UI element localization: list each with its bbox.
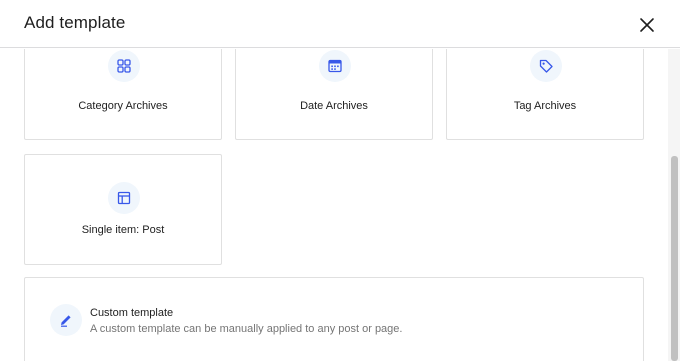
custom-template-title: Custom template xyxy=(90,307,174,319)
layout-icon-wrap xyxy=(108,182,140,214)
close-icon xyxy=(640,18,654,32)
template-card-label: Single item: Post xyxy=(81,224,165,236)
template-card-date-archives[interactable]: Date Archives xyxy=(235,49,433,140)
template-card-tag-archives[interactable]: Tag Archives xyxy=(446,49,644,140)
pencil-icon-wrap xyxy=(50,304,82,336)
category-grid-icon xyxy=(117,59,131,73)
template-card-single-item-post[interactable]: Single item: Post xyxy=(24,154,222,265)
template-list: Category Archives Date Archives Tag Arch… xyxy=(0,49,668,361)
category-grid-icon-wrap xyxy=(108,50,140,82)
modal-header: Add template xyxy=(0,0,680,48)
calendar-icon xyxy=(328,59,342,73)
layout-icon xyxy=(117,191,131,205)
template-card-label: Date Archives xyxy=(300,100,368,112)
pencil-icon xyxy=(61,315,71,327)
template-card-label: Tag Archives xyxy=(513,100,577,112)
tag-icon-wrap xyxy=(530,50,562,82)
scrollbar-thumb[interactable] xyxy=(671,156,678,361)
template-card-category-archives[interactable]: Category Archives xyxy=(24,49,222,140)
scrollbar[interactable] xyxy=(668,49,680,361)
custom-template-card[interactable]: Custom template A custom template can be… xyxy=(24,277,644,361)
modal-title: Add template xyxy=(24,13,126,32)
template-card-label: Category Archives xyxy=(78,100,168,112)
tag-icon xyxy=(539,59,553,73)
calendar-icon-wrap xyxy=(319,50,351,82)
close-button[interactable] xyxy=(634,12,660,38)
custom-template-description: A custom template can be manually applie… xyxy=(90,323,403,335)
